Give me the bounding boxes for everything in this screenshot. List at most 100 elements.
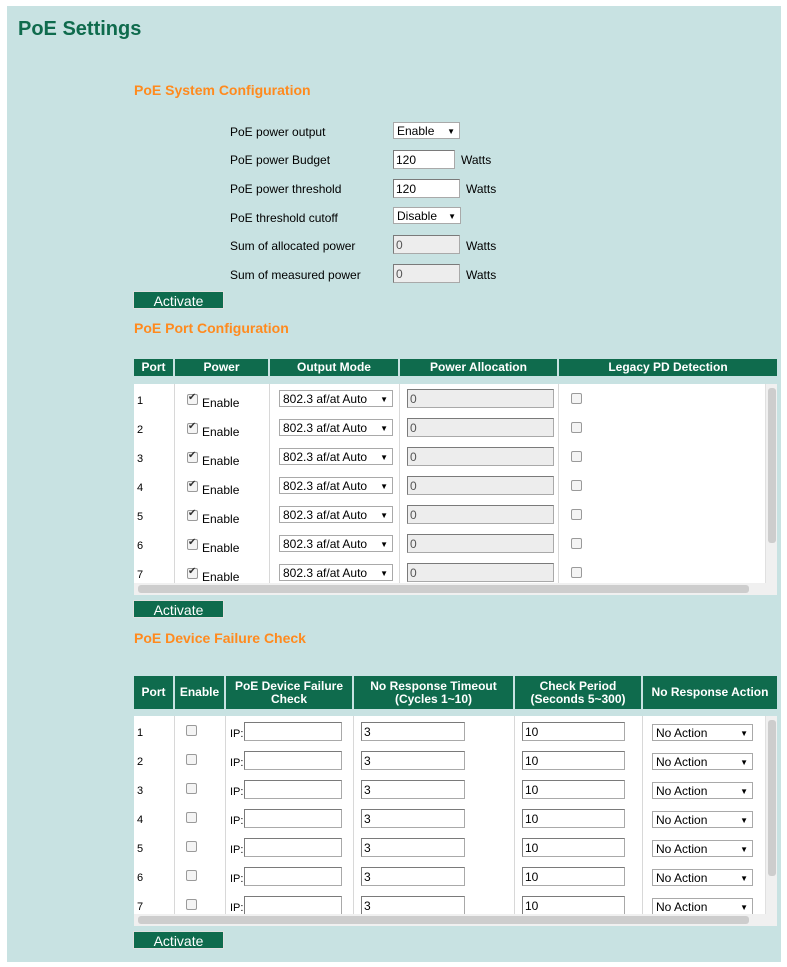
allocation-input (407, 476, 554, 495)
port-cell: 4 (134, 471, 175, 500)
scrollbar-thumb[interactable] (138, 916, 749, 924)
period-input[interactable] (522, 751, 625, 770)
power-checkbox[interactable] (187, 450, 198, 463)
caret-down-icon: ▼ (740, 816, 748, 825)
legacy-pd-checkbox[interactable] (571, 422, 582, 433)
timeout-input[interactable] (361, 809, 465, 828)
allocation-input (407, 447, 554, 466)
legacy-pd-checkbox[interactable] (571, 538, 582, 549)
legacy-pd-checkbox[interactable] (571, 480, 582, 491)
port-config-table: 1 Enable 802.3 af/at Auto ▼ 2 Enable 802.3 af/… (134, 384, 777, 595)
output-mode-value: 802.3 af/at Auto (283, 537, 368, 551)
legacy-pd-checkbox[interactable] (571, 393, 582, 404)
power-checkbox[interactable] (187, 421, 198, 434)
ip-cell: IP: (226, 803, 354, 832)
enable-checkbox[interactable] (186, 754, 197, 765)
output-mode-select[interactable]: 802.3 af/at Auto ▼ (279, 448, 393, 465)
output-mode-value: 802.3 af/at Auto (283, 421, 368, 435)
ip-input[interactable] (244, 809, 342, 828)
output-mode-select[interactable]: 802.3 af/at Auto ▼ (279, 477, 393, 494)
ip-cell: IP: (226, 774, 354, 803)
timeout-input[interactable] (361, 751, 465, 770)
enable-checkbox[interactable] (186, 783, 197, 794)
vertical-scrollbar[interactable] (765, 384, 777, 583)
caret-down-icon: ▼ (740, 874, 748, 883)
measured-input (393, 264, 460, 283)
period-input[interactable] (522, 780, 625, 799)
ip-input[interactable] (244, 780, 342, 799)
timeout-cell (354, 716, 515, 745)
enable-checkbox[interactable] (186, 870, 197, 881)
allocation-cell (400, 500, 559, 529)
ip-input[interactable] (244, 722, 342, 741)
enable-checkbox[interactable] (186, 725, 197, 736)
period-input[interactable] (522, 722, 625, 741)
power-checkbox[interactable] (187, 508, 198, 521)
period-input[interactable] (522, 809, 625, 828)
action-select[interactable]: No Action ▼ (652, 724, 753, 741)
action-cell: No Action ▼ (643, 774, 765, 803)
caret-down-icon: ▼ (380, 395, 388, 404)
timeout-input[interactable] (361, 722, 465, 741)
enable-cell (175, 861, 226, 890)
timeout-input[interactable] (361, 896, 465, 915)
action-select[interactable]: No Action ▼ (652, 869, 753, 886)
legacy-cell (559, 384, 765, 413)
output-mode-select[interactable]: 802.3 af/at Auto ▼ (279, 390, 393, 407)
horizontal-scrollbar[interactable] (134, 914, 777, 926)
enable-checkbox[interactable] (186, 812, 197, 823)
action-select[interactable]: No Action ▼ (652, 782, 753, 799)
ip-input[interactable] (244, 838, 342, 857)
legacy-pd-checkbox[interactable] (571, 509, 582, 520)
enable-checkbox[interactable] (186, 841, 197, 852)
enable-cell (175, 832, 226, 861)
col-fc-action: No Response Action (643, 676, 777, 709)
ip-input[interactable] (244, 896, 342, 915)
budget-unit: Watts (461, 153, 492, 167)
scrollbar-thumb[interactable] (768, 388, 776, 543)
output-mode-select[interactable]: 802.3 af/at Auto ▼ (279, 535, 393, 552)
legacy-pd-checkbox[interactable] (571, 567, 582, 578)
timeout-input[interactable] (361, 867, 465, 886)
port-activate-button[interactable]: Activate (133, 600, 224, 618)
horizontal-scrollbar[interactable] (134, 583, 777, 595)
output-mode-select[interactable]: 802.3 af/at Auto ▼ (279, 564, 393, 581)
action-select[interactable]: No Action ▼ (652, 840, 753, 857)
system-activate-button[interactable]: Activate (133, 291, 224, 309)
legacy-pd-checkbox[interactable] (571, 451, 582, 462)
action-cell: No Action ▼ (643, 861, 765, 890)
power-checkbox[interactable] (187, 392, 198, 405)
ip-cell: IP: (226, 832, 354, 861)
threshold-unit: Watts (466, 182, 497, 196)
action-select[interactable]: No Action ▼ (652, 898, 753, 915)
ip-input[interactable] (244, 867, 342, 886)
cutoff-select[interactable]: Disable ▼ (393, 207, 461, 224)
port-cell: 1 (134, 384, 175, 413)
period-input[interactable] (522, 838, 625, 857)
scrollbar-thumb[interactable] (138, 585, 749, 593)
power-checkbox[interactable] (187, 566, 198, 579)
period-input[interactable] (522, 896, 625, 915)
power-checkbox[interactable] (187, 537, 198, 550)
output-mode-select[interactable]: 802.3 af/at Auto ▼ (279, 419, 393, 436)
scrollbar-thumb[interactable] (768, 720, 776, 876)
measured-unit: Watts (466, 268, 497, 282)
allocated-label: Sum of allocated power (230, 239, 356, 253)
period-input[interactable] (522, 867, 625, 886)
failure-activate-button[interactable]: Activate (133, 931, 224, 949)
power-output-select[interactable]: Enable ▼ (393, 122, 460, 139)
threshold-input[interactable] (393, 179, 460, 198)
enable-checkbox[interactable] (186, 899, 197, 910)
port-cell: 5 (134, 500, 175, 529)
action-select[interactable]: No Action ▼ (652, 811, 753, 828)
timeout-input[interactable] (361, 838, 465, 857)
action-select[interactable]: No Action ▼ (652, 753, 753, 770)
timeout-input[interactable] (361, 780, 465, 799)
col-power-allocation: Power Allocation (400, 359, 557, 376)
vertical-scrollbar[interactable] (765, 716, 777, 914)
ip-input[interactable] (244, 751, 342, 770)
power-checkbox[interactable] (187, 479, 198, 492)
output-mode-select[interactable]: 802.3 af/at Auto ▼ (279, 506, 393, 523)
budget-input[interactable] (393, 150, 455, 169)
allocated-unit: Watts (466, 239, 497, 253)
